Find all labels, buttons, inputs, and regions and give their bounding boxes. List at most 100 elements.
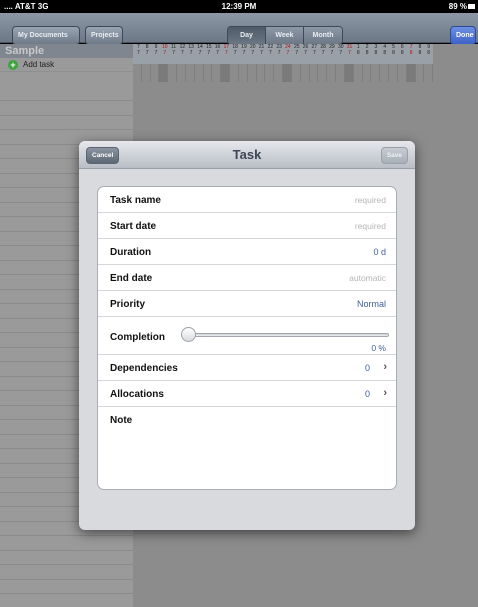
battery-percent: 89 %	[448, 2, 467, 11]
add-icon: +	[8, 60, 18, 70]
gantt-hour-label: 7	[224, 50, 228, 56]
gantt-hour-label: 7	[277, 50, 281, 56]
task-name-label: Task name	[110, 195, 161, 206]
allocations-row[interactable]: Allocations 0 ›	[98, 381, 396, 407]
row-divider	[0, 593, 133, 594]
gantt-hour-label: 8	[400, 50, 404, 56]
completion-value: 0 %	[371, 343, 386, 353]
gantt-hour-label: 8	[418, 50, 422, 56]
start-date-field[interactable]: Start date required	[98, 213, 396, 239]
note-label: Note	[110, 415, 133, 426]
add-task-label: Add task	[23, 60, 55, 69]
end-date-label: End date	[110, 273, 153, 284]
gantt-column	[239, 64, 248, 82]
gantt-column	[168, 64, 178, 82]
gantt-hour-label: 8	[427, 50, 431, 56]
gantt-hour-label: 8	[392, 50, 395, 56]
segment-month[interactable]: Month	[304, 27, 342, 44]
gantt-column	[221, 64, 231, 82]
gantt-column	[336, 64, 345, 82]
gantt-hour-label: 8	[409, 50, 413, 56]
gantt-column	[406, 64, 416, 82]
completion-field: Completion 0 %	[98, 317, 396, 355]
gantt-hour-label: 7	[251, 50, 255, 56]
gantt-column	[257, 64, 266, 82]
gantt-column	[265, 64, 275, 82]
segment-week[interactable]: Week	[266, 27, 304, 44]
row-divider	[0, 578, 133, 580]
gantt-column	[204, 64, 213, 82]
start-date-placeholder: required	[354, 221, 386, 231]
gantt-column	[344, 64, 354, 82]
gantt-hour-label: 7	[189, 50, 193, 56]
chevron-right-icon: ›	[383, 361, 387, 373]
done-button[interactable]: Done	[450, 26, 476, 45]
gantt-hour-label: 8	[356, 50, 360, 56]
gantt-hour-label: 7	[339, 50, 343, 56]
priority-field[interactable]: Priority Normal	[98, 291, 396, 317]
completion-label: Completion	[110, 332, 165, 343]
gantt-column	[424, 64, 434, 82]
gantt-column	[371, 64, 381, 82]
dependencies-label: Dependencies	[110, 363, 178, 374]
task-name-placeholder: required	[354, 195, 386, 205]
completion-slider-thumb[interactable]	[181, 327, 196, 342]
gantt-column	[274, 64, 284, 82]
gantt-column	[159, 64, 169, 82]
task-dialog: Cancel Task Save Task name required Star…	[79, 141, 415, 530]
gantt-hour-label: 7	[216, 50, 219, 56]
note-field[interactable]: Note	[98, 407, 396, 489]
gantt-hour-label: 7	[163, 50, 167, 56]
gantt-column	[177, 64, 186, 82]
gantt-column	[142, 64, 151, 82]
gantt-hour-label: 7	[330, 50, 334, 56]
gantt-column	[363, 64, 372, 82]
duration-label: Duration	[110, 247, 152, 258]
gantt-hour-label: 8	[374, 50, 378, 56]
gantt-hour-label: 7	[207, 50, 211, 56]
gantt-column	[416, 64, 425, 82]
segment-day[interactable]: Day	[228, 27, 266, 44]
duration-field[interactable]: Duration 0 d	[98, 239, 396, 265]
projects-button[interactable]: Projects	[85, 26, 123, 45]
gantt-hour-label: 7	[295, 50, 299, 56]
row-divider	[0, 129, 133, 130]
gantt-column	[186, 64, 195, 82]
gantt-column	[195, 64, 204, 82]
duration-value: 0 d	[373, 247, 386, 257]
dependencies-count: 0	[364, 363, 370, 373]
gantt-column	[283, 64, 292, 82]
gantt-timeline-header: 7 8 9 10 11 12 13 14 15 16 17 18 19 20 21 22 23 24 25 26 27 2…	[133, 44, 433, 64]
add-task-row[interactable]: + Add task	[0, 58, 133, 72]
gantt-hour-label: 8	[383, 50, 387, 56]
chevron-right-icon: ›	[383, 387, 387, 399]
gantt-column	[230, 64, 239, 82]
gantt-hour-label: 7	[321, 50, 325, 56]
completion-slider-track[interactable]	[189, 333, 389, 337]
status-bar: .... AT&T 3G 12:39 PM 89 %	[0, 0, 478, 13]
gantt-hour-label: 7	[233, 50, 237, 56]
gantt-hour-label: 7	[172, 50, 175, 56]
gantt-hour-label: 7	[145, 50, 149, 56]
gantt-hour-label: 8	[365, 50, 369, 56]
view-segmented-control: Day Week Month	[227, 26, 343, 45]
project-title: Sample	[0, 44, 133, 58]
my-documents-button[interactable]: My Documents	[12, 26, 80, 45]
gantt-column	[212, 64, 222, 82]
task-form: Task name required Start date required D…	[97, 186, 397, 490]
task-name-field[interactable]: Task name required	[98, 187, 396, 213]
gantt-hour-label: 7	[260, 50, 263, 56]
gantt-column	[151, 64, 160, 82]
row-divider	[0, 535, 133, 536]
dependencies-row[interactable]: Dependencies 0 ›	[98, 355, 396, 381]
gantt-column	[292, 64, 301, 82]
gantt-column	[301, 64, 310, 82]
priority-value: Normal	[356, 299, 386, 309]
gantt-column	[380, 64, 390, 82]
gantt-column	[133, 64, 142, 82]
gantt-hour-label: 7	[137, 50, 140, 56]
end-date-field: End date automatic	[98, 265, 396, 291]
gantt-hour-label: 7	[180, 50, 184, 56]
save-button[interactable]: Save	[380, 147, 408, 164]
gantt-hour-label: 7	[312, 50, 316, 56]
